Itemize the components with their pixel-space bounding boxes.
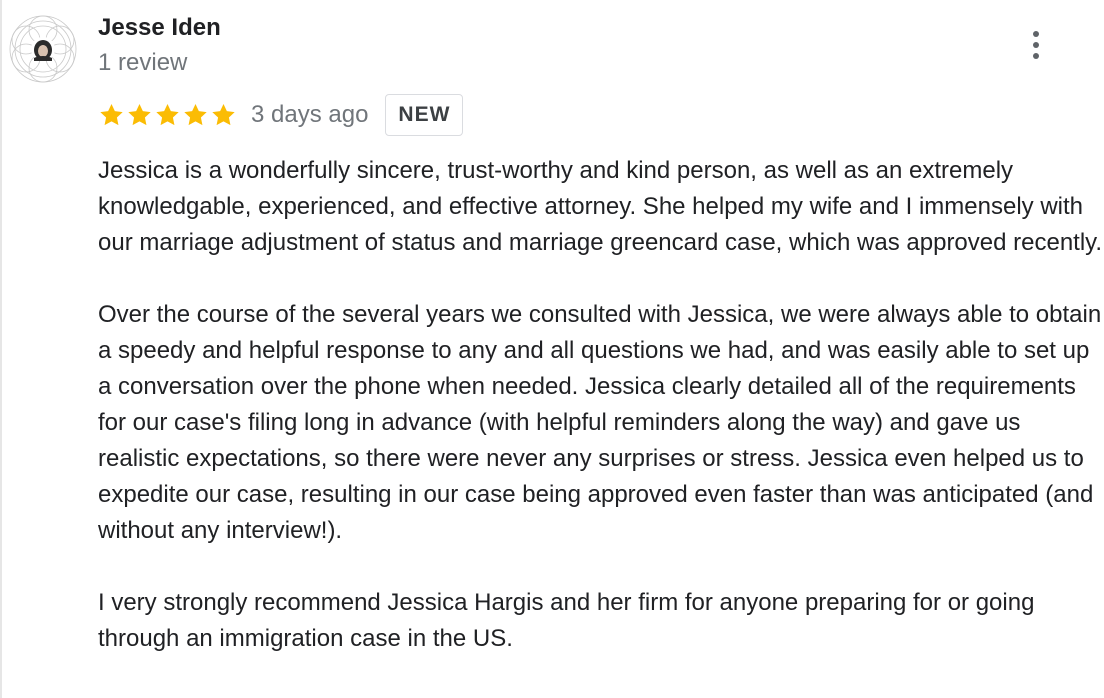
star-icon (212, 103, 235, 126)
more-vert-icon (1033, 31, 1039, 59)
star-rating (98, 102, 237, 128)
more-options-button[interactable] (1020, 28, 1052, 64)
profile-avatar-icon[interactable] (8, 14, 78, 84)
review-paragraph: Jessica is a wonderfully sincere, trust-… (98, 157, 1103, 256)
rating-row: 3 days ago NEW (98, 94, 464, 136)
review-card: Jesse Iden 1 review 3 days ago NEW Jessi… (0, 0, 1104, 698)
review-text: Jessica is a wonderfully sincere, trust-… (98, 153, 1104, 693)
author-review-count: 1 review (98, 49, 188, 76)
review-date: 3 days ago (251, 101, 369, 128)
review-paragraph: Over the course of the several years we … (98, 301, 1102, 544)
star-icon (100, 103, 123, 126)
star-icon (128, 103, 151, 126)
star-icon (184, 103, 207, 126)
star-icon (156, 103, 179, 126)
author-name[interactable]: Jesse Iden (98, 13, 221, 43)
review-paragraph: I very strongly recommend Jessica Hargis… (98, 589, 1035, 652)
new-badge: NEW (385, 94, 464, 136)
